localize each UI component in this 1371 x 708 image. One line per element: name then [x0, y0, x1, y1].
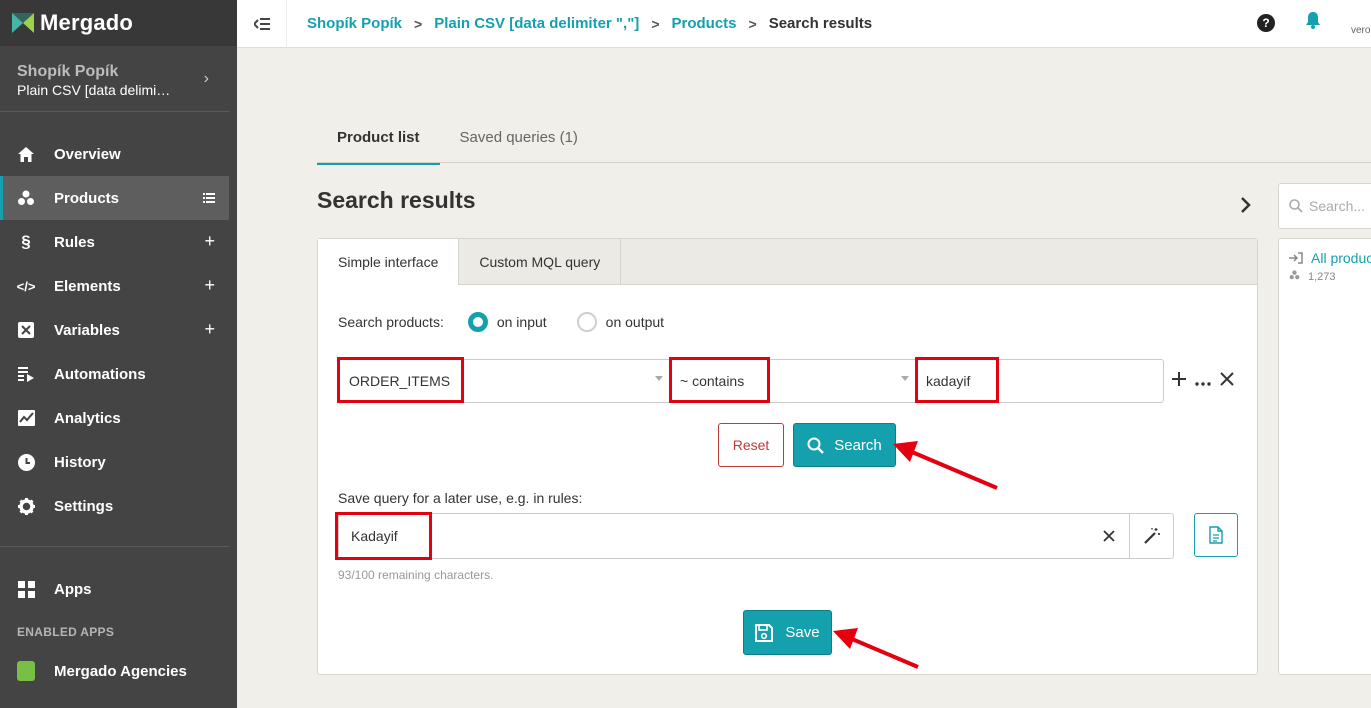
right-panel-search-placeholder: Search... — [1309, 198, 1366, 214]
query-list-item[interactable]: All products — [1289, 250, 1371, 266]
arrow-to-search-icon — [833, 441, 998, 669]
query-count-value: 1,273 — [1308, 270, 1336, 283]
right-panel-query-list: All products 1,273 — [1278, 238, 1371, 675]
query-list-item-title[interactable]: All products — [1311, 250, 1371, 266]
products-icon — [1289, 270, 1300, 283]
query-list-item-count: 1,273 — [1289, 270, 1336, 283]
login-arrow-icon — [1289, 252, 1303, 264]
search-icon — [1289, 199, 1303, 213]
right-panel-search-input[interactable]: Search... — [1278, 183, 1371, 229]
